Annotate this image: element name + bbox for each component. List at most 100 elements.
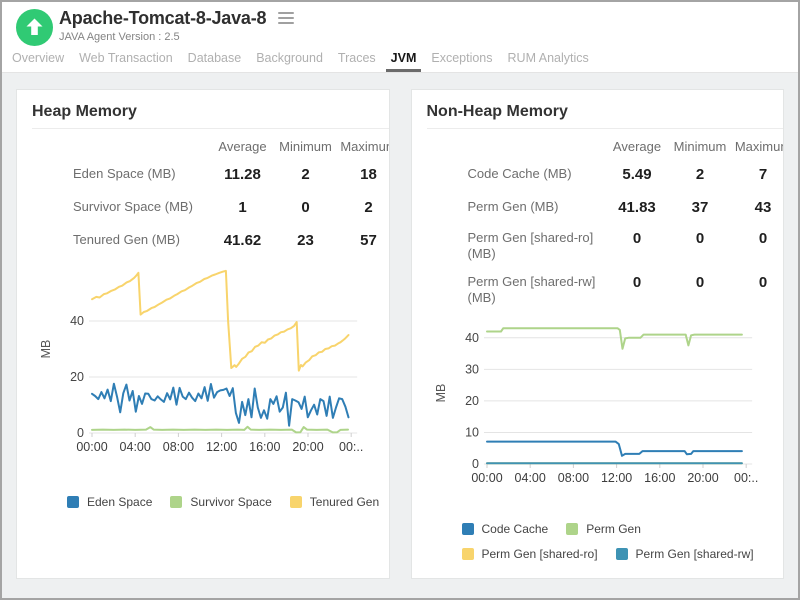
column-header-maximum: Maximum bbox=[337, 139, 390, 154]
tab-rum-analytics[interactable]: RUM Analytics bbox=[508, 47, 589, 72]
x-tick-label: 00:.. bbox=[339, 440, 363, 454]
metric-value: 2 bbox=[669, 166, 732, 183]
metric-row: Perm Gen [shared-rw] (MB)000 bbox=[412, 268, 785, 312]
metric-value: 0 bbox=[732, 274, 785, 291]
tab-background[interactable]: Background bbox=[256, 47, 323, 72]
menu-icon[interactable] bbox=[278, 12, 294, 24]
metric-value: 57 bbox=[337, 232, 390, 249]
legend-swatch bbox=[290, 496, 302, 508]
column-header-minimum: Minimum bbox=[669, 139, 732, 154]
legend-item-tenured-gen[interactable]: Tenured Gen bbox=[290, 495, 379, 509]
x-tick-label: 08:00 bbox=[163, 440, 194, 454]
panel-title: Heap Memory bbox=[32, 102, 389, 122]
y-tick-label: 30 bbox=[465, 362, 479, 376]
tab-exceptions[interactable]: Exceptions bbox=[431, 47, 492, 72]
divider bbox=[427, 128, 784, 129]
column-header-minimum: Minimum bbox=[274, 139, 337, 154]
x-tick-label: 00:00 bbox=[471, 471, 502, 485]
monitor-status-up-icon bbox=[16, 9, 53, 46]
x-tick-label: 20:00 bbox=[292, 440, 323, 454]
legend-row: Perm Gen [shared-ro] Perm Gen [shared-rw] bbox=[462, 547, 784, 561]
x-tick-label: 00:00 bbox=[76, 440, 107, 454]
metric-row: Perm Gen (MB)41.833743 bbox=[412, 191, 785, 224]
metric-table: AverageMinimumMaximumEden Space (MB)11.2… bbox=[17, 134, 390, 257]
legend-label: Perm Gen [shared-rw] bbox=[636, 547, 754, 561]
x-tick-label: 20:00 bbox=[687, 471, 718, 485]
metric-value: 0 bbox=[606, 230, 669, 247]
metric-label: Perm Gen (MB) bbox=[412, 199, 606, 215]
y-tick-label: 10 bbox=[465, 425, 479, 439]
legend-item-eden-space[interactable]: Eden Space bbox=[67, 495, 152, 509]
legend-row: Code Cache Perm Gen bbox=[462, 522, 784, 536]
metric-row: Code Cache (MB)5.4927 bbox=[412, 158, 785, 191]
metric-label: Survivor Space (MB) bbox=[17, 199, 211, 215]
legend-item-survivor-space[interactable]: Survivor Space bbox=[170, 495, 271, 509]
column-header-average: Average bbox=[606, 139, 669, 154]
metric-label: Perm Gen [shared-rw] (MB) bbox=[412, 274, 606, 307]
y-tick-label: 0 bbox=[77, 426, 84, 440]
series-survivor-space-line bbox=[92, 427, 348, 433]
metric-value: 7 bbox=[732, 166, 785, 183]
y-axis-label: MB bbox=[434, 384, 448, 403]
series-perm-gen-line bbox=[487, 328, 742, 349]
legend-item-perm-gen-shared-rw-[interactable]: Perm Gen [shared-rw] bbox=[616, 547, 754, 561]
chart-legend: Code CachePerm GenPerm Gen [shared-ro]Pe… bbox=[412, 522, 784, 561]
metric-table-header: AverageMinimumMaximum bbox=[17, 134, 390, 158]
legend-item-perm-gen-shared-ro-[interactable]: Perm Gen [shared-ro] bbox=[462, 547, 598, 561]
tab-jvm[interactable]: JVM bbox=[391, 47, 417, 72]
column-header-maximum: Maximum bbox=[732, 139, 785, 154]
legend-swatch bbox=[462, 523, 474, 535]
divider bbox=[32, 128, 389, 129]
metric-value: 18 bbox=[337, 166, 390, 183]
tab-overview[interactable]: Overview bbox=[12, 47, 64, 72]
legend-label: Perm Gen bbox=[586, 522, 641, 536]
y-tick-label: 0 bbox=[472, 457, 479, 471]
y-tick-label: 20 bbox=[70, 370, 84, 384]
x-tick-label: 12:00 bbox=[206, 440, 237, 454]
page-title: Apache-Tomcat-8-Java-8 bbox=[59, 8, 266, 28]
metric-label: Eden Space (MB) bbox=[17, 166, 211, 182]
legend-item-code-cache[interactable]: Code Cache bbox=[462, 522, 549, 536]
legend-label: Survivor Space bbox=[190, 495, 271, 509]
metric-value: 41.62 bbox=[211, 232, 274, 249]
legend-label: Tenured Gen bbox=[310, 495, 379, 509]
chart-legend: Eden Space Survivor Space Tenured Gen bbox=[17, 495, 389, 509]
legend-item-perm-gen[interactable]: Perm Gen bbox=[566, 522, 641, 536]
app-header: Apache-Tomcat-8-Java-8 JAVA Agent Versio… bbox=[2, 2, 798, 47]
metric-value: 0 bbox=[669, 230, 732, 247]
tab-web-transaction[interactable]: Web Transaction bbox=[79, 47, 173, 72]
metric-value: 2 bbox=[337, 199, 390, 216]
column-header-average: Average bbox=[211, 139, 274, 154]
legend-label: Code Cache bbox=[482, 522, 549, 536]
metric-label: Perm Gen [shared-ro] (MB) bbox=[412, 230, 606, 263]
legend-label: Perm Gen [shared-ro] bbox=[482, 547, 598, 561]
legend-row: Eden Space Survivor Space Tenured Gen bbox=[67, 495, 389, 509]
y-tick-label: 40 bbox=[465, 331, 479, 345]
legend-swatch bbox=[616, 548, 628, 560]
metric-table: AverageMinimumMaximumCode Cache (MB)5.49… bbox=[412, 134, 785, 312]
tab-database[interactable]: Database bbox=[188, 47, 242, 72]
x-tick-label: 16:00 bbox=[644, 471, 675, 485]
metric-table-header: AverageMinimumMaximum bbox=[412, 134, 785, 158]
tab-traces[interactable]: Traces bbox=[338, 47, 376, 72]
metric-row: Eden Space (MB)11.28218 bbox=[17, 158, 390, 191]
metric-value: 0 bbox=[606, 274, 669, 291]
legend-swatch bbox=[170, 496, 182, 508]
legend-swatch bbox=[462, 548, 474, 560]
metric-value: 0 bbox=[669, 274, 732, 291]
non-heap-memory-chart: 01020304000:0004:0008:0012:0016:0020:000… bbox=[412, 312, 785, 488]
tab-bar: Overview Web Transaction Database Backgroun… bbox=[2, 47, 798, 73]
x-tick-label: 08:00 bbox=[557, 471, 588, 485]
metric-row: Perm Gen [shared-ro] (MB)000 bbox=[412, 224, 785, 268]
panel-title: Non-Heap Memory bbox=[427, 102, 784, 122]
panel-non-heap-memory: Non-Heap Memory AverageMinimumMaximumCod… bbox=[411, 89, 785, 579]
metric-value: 41.83 bbox=[606, 199, 669, 216]
metric-row: Tenured Gen (MB)41.622357 bbox=[17, 224, 390, 257]
app-window: Apache-Tomcat-8-Java-8 JAVA Agent Versio… bbox=[0, 0, 800, 600]
series-eden-space-line bbox=[92, 384, 349, 426]
x-tick-label: 16:00 bbox=[249, 440, 280, 454]
x-tick-label: 04:00 bbox=[514, 471, 545, 485]
x-tick-label: 00:.. bbox=[734, 471, 758, 485]
y-tick-label: 40 bbox=[70, 314, 84, 328]
metric-row: Survivor Space (MB)102 bbox=[17, 191, 390, 224]
